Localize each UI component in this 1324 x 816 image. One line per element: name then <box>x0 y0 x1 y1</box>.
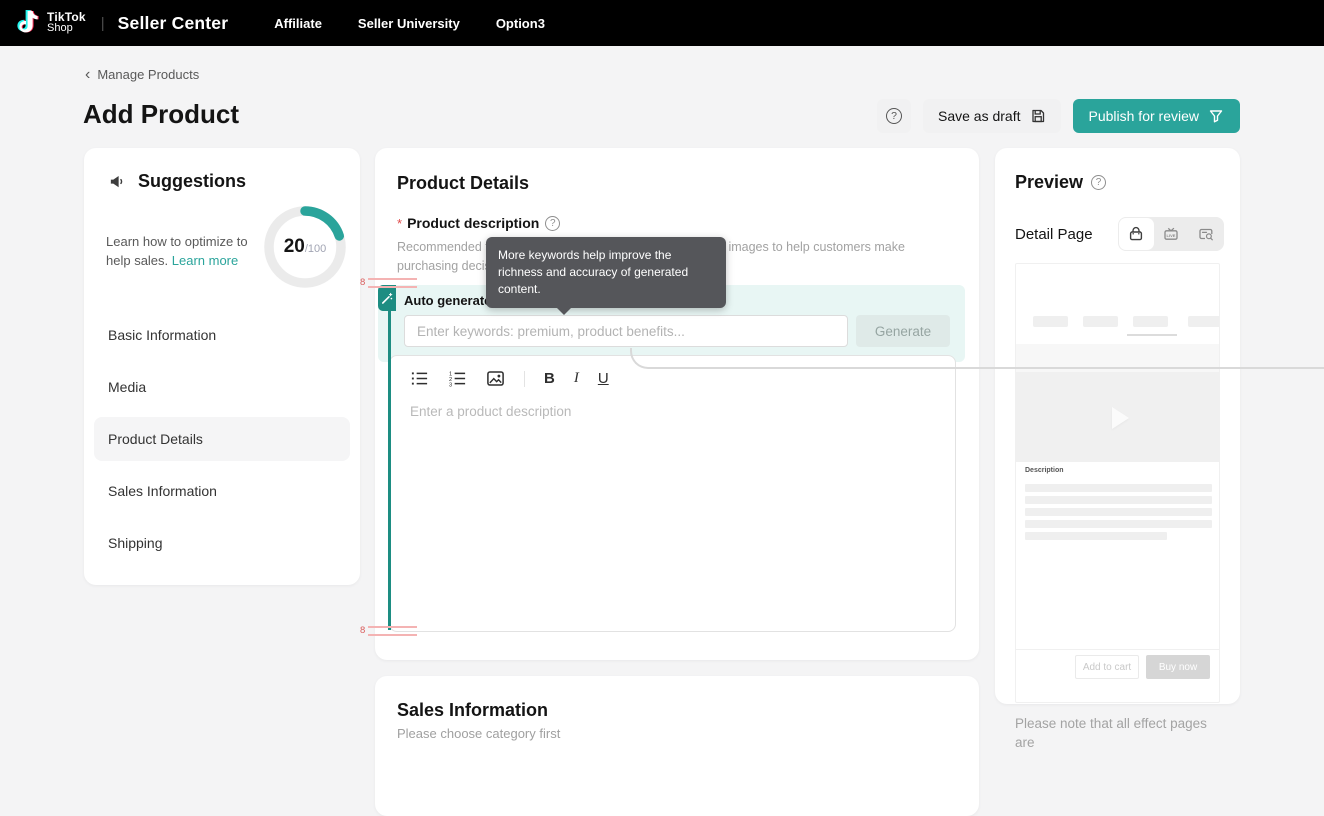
tiktok-shop-logo[interactable]: TikTok Shop <box>16 10 86 36</box>
skeleton-band <box>1016 344 1219 372</box>
breadcrumb[interactable]: ‹ Manage Products <box>85 67 199 82</box>
buy-now-button: Buy now <box>1146 655 1210 679</box>
magic-wand-badge <box>378 285 396 311</box>
sales-information-card: Sales Information Please choose category… <box>375 676 979 816</box>
video-placeholder <box>1016 372 1219 462</box>
italic-button[interactable]: I <box>574 370 579 387</box>
tiktok-note-icon <box>16 10 40 36</box>
app-name: Seller Center <box>118 13 229 34</box>
keywords-input[interactable] <box>404 315 848 347</box>
suggestions-title: Suggestions <box>138 171 246 192</box>
description-help-icon[interactable]: ? <box>545 216 560 231</box>
preview-help-icon[interactable]: ? <box>1091 175 1106 190</box>
live-tv-icon: LIVE <box>1162 225 1180 243</box>
mockup-footer-divider <box>1016 649 1219 650</box>
magic-wand-icon <box>381 292 393 305</box>
nav-seller-university[interactable]: Seller University <box>358 16 460 31</box>
tab-live[interactable]: LIVE <box>1154 218 1189 250</box>
bold-button[interactable]: B <box>544 370 555 387</box>
suggestions-nav: Basic Information Media Product Details … <box>94 313 350 573</box>
score-value: 20 <box>284 236 305 258</box>
megaphone-icon <box>108 172 127 191</box>
shopping-bag-icon <box>1127 225 1145 243</box>
skeleton-line <box>1025 520 1212 528</box>
skeleton-line <box>1025 508 1212 516</box>
score-total: /100 <box>305 243 326 255</box>
nav-affiliate[interactable]: Affiliate <box>274 16 322 31</box>
suggestions-description: Learn how to optimize to help sales. Lea… <box>106 232 258 270</box>
tab-shopping-bag[interactable] <box>1119 218 1154 250</box>
sidebar-item-shipping[interactable]: Shipping <box>94 521 350 565</box>
question-circle-icon: ? <box>886 108 902 124</box>
description-editor[interactable]: 1 2 3 B I U Enter <box>389 355 956 632</box>
sidebar-item-product-details[interactable]: Product Details <box>94 417 350 461</box>
editor-toolbar: 1 2 3 B I U <box>390 356 955 388</box>
skeleton-pill <box>1133 316 1168 327</box>
svg-text:3: 3 <box>449 383 452 388</box>
toolbar-divider <box>524 371 525 387</box>
preview-card: Preview ? Detail Page LIVE <box>995 148 1240 704</box>
skeleton-line <box>1025 496 1212 504</box>
save-as-draft-button[interactable]: Save as draft <box>923 99 1061 133</box>
sales-information-title: Sales Information <box>397 700 548 721</box>
generate-button[interactable]: Generate <box>856 315 950 347</box>
sidebar-item-media[interactable]: Media <box>94 365 350 409</box>
editor-placeholder: Enter a product description <box>390 388 955 435</box>
teal-accent-line <box>388 311 391 630</box>
suggestions-card: Suggestions Learn how to optimize to hel… <box>84 148 360 585</box>
preview-note: Please note that all effect pages are <box>1015 714 1230 752</box>
sidebar-item-basic-information[interactable]: Basic Information <box>94 313 350 357</box>
top-bar: TikTok Shop | Seller Center Affiliate Se… <box>0 0 1324 46</box>
skeleton-tab-underline <box>1127 334 1177 336</box>
save-as-draft-label: Save as draft <box>938 108 1021 124</box>
page-actions: ? Save as draft Publish for review <box>877 99 1240 133</box>
back-chevron-icon: ‹ <box>85 68 90 81</box>
top-nav: Affiliate Seller University Option3 <box>274 16 545 31</box>
keywords-tooltip: More keywords help improve the richness … <box>486 237 726 308</box>
skeleton-line <box>1025 484 1212 492</box>
skeleton-pill <box>1188 316 1220 327</box>
detail-page-mockup: Description Add to cart Buy now <box>1015 263 1220 703</box>
skeleton-line <box>1025 532 1167 540</box>
header-divider: | <box>101 15 105 32</box>
play-icon <box>1112 407 1129 429</box>
publish-for-review-button[interactable]: Publish for review <box>1073 99 1241 133</box>
sidebar-item-sales-information[interactable]: Sales Information <box>94 469 350 513</box>
product-details-card: Product Details * Product description ? … <box>375 148 979 660</box>
add-to-cart-button: Add to cart <box>1075 655 1139 679</box>
bullet-list-icon[interactable] <box>410 369 429 388</box>
skeleton-pill <box>1083 316 1118 327</box>
preview-title: Preview <box>1015 172 1083 193</box>
required-asterisk: * <box>397 216 402 231</box>
publish-label: Publish for review <box>1089 108 1200 124</box>
insert-image-icon[interactable] <box>486 369 505 388</box>
optimization-score-ring: 20 /100 <box>263 205 347 289</box>
browse-search-icon <box>1197 225 1215 243</box>
nav-option3[interactable]: Option3 <box>496 16 545 31</box>
brand-line2: Shop <box>47 23 86 34</box>
tab-browse[interactable] <box>1188 218 1223 250</box>
numbered-list-icon[interactable]: 1 2 3 <box>448 369 467 388</box>
funnel-icon <box>1208 108 1224 124</box>
underline-button[interactable]: U <box>598 370 609 387</box>
auto-generate-module: Auto generate product description ? Gene… <box>378 285 966 635</box>
learn-more-link[interactable]: Learn more <box>172 253 238 268</box>
detail-page-label: Detail Page <box>1015 226 1093 243</box>
product-description-label: Product description <box>407 215 539 231</box>
save-icon <box>1030 108 1046 124</box>
breadcrumb-label: Manage Products <box>97 67 199 82</box>
sales-information-subtitle: Please choose category first <box>397 726 560 741</box>
mockup-description-label: Description <box>1025 467 1064 474</box>
svg-text:LIVE: LIVE <box>1167 233 1176 238</box>
help-button[interactable]: ? <box>877 99 911 133</box>
page-title: Add Product <box>83 99 239 130</box>
product-details-title: Product Details <box>397 173 529 194</box>
preview-tabs: LIVE <box>1118 217 1224 251</box>
skeleton-pill <box>1033 316 1068 327</box>
